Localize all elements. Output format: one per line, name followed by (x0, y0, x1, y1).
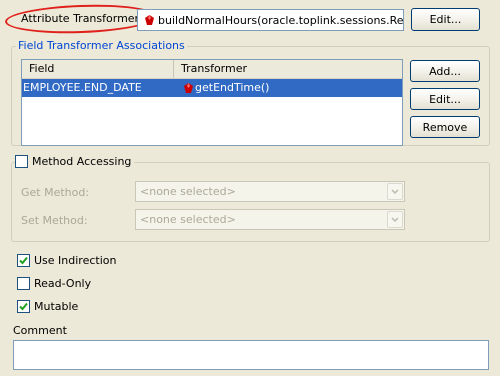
method-accessing-checkbox-row[interactable]: Method Accessing (15, 155, 135, 168)
comment-label: Comment (13, 324, 67, 337)
read-only-label: Read-Only (34, 277, 92, 290)
mutable-option[interactable]: Mutable (17, 300, 78, 313)
field-associations-title: Field Transformer Associations (16, 39, 187, 52)
get-method-value: <none selected> (140, 185, 236, 198)
attribute-transformer-field[interactable]: buildNormalHours(oracle.toplink.sessions… (137, 9, 404, 31)
field-associations-table[interactable]: Field Transformer EMPLOYEE.END_DATE getE… (21, 59, 403, 146)
edit-association-button[interactable]: Edit... (410, 88, 480, 110)
mutable-label: Mutable (34, 300, 79, 313)
method-accessing-label: Method Accessing (32, 155, 132, 168)
attribute-transformer-label: Attribute Transformer: (21, 12, 143, 25)
read-only-option[interactable]: Read-Only (17, 277, 91, 290)
column-header-field[interactable]: Field (22, 60, 174, 78)
method-accessing-checkbox[interactable] (15, 155, 28, 168)
attribute-transformer-edit-button[interactable]: Edit... (411, 8, 480, 31)
set-method-label: Set Method: (21, 214, 88, 227)
table-header: Field Transformer (22, 60, 402, 79)
combo-arrow-icon[interactable] (387, 211, 403, 228)
remove-association-button[interactable]: Remove (410, 116, 480, 138)
row-field-cell: EMPLOYEE.END_DATE (23, 81, 142, 94)
comment-textarea[interactable] (13, 340, 489, 370)
transformer-gem-icon (184, 83, 193, 93)
use-indirection-checkbox[interactable] (17, 254, 30, 267)
add-association-button[interactable]: Add... (410, 60, 480, 82)
mutable-checkbox[interactable] (17, 300, 30, 313)
read-only-checkbox[interactable] (17, 277, 30, 290)
column-header-transformer[interactable]: Transformer (174, 60, 402, 78)
table-row[interactable]: EMPLOYEE.END_DATE getEndTime() (22, 79, 402, 97)
set-method-value: <none selected> (140, 213, 236, 226)
get-method-combo[interactable]: <none selected> (135, 181, 405, 202)
transformer-gem-icon (145, 15, 154, 25)
row-transformer-label: getEndTime() (195, 81, 270, 94)
set-method-combo[interactable]: <none selected> (135, 209, 405, 230)
checkmark-icon (19, 256, 28, 265)
checkmark-icon (19, 302, 28, 311)
combo-arrow-icon[interactable] (387, 183, 403, 200)
use-indirection-option[interactable]: Use Indirection (17, 254, 116, 267)
attribute-transformer-value: buildNormalHours(oracle.toplink.sessions… (158, 13, 404, 27)
method-accessing-group (11, 162, 490, 242)
use-indirection-label: Use Indirection (34, 254, 117, 267)
row-transformer-cell: getEndTime() (184, 79, 269, 97)
get-method-label: Get Method: (21, 186, 90, 199)
